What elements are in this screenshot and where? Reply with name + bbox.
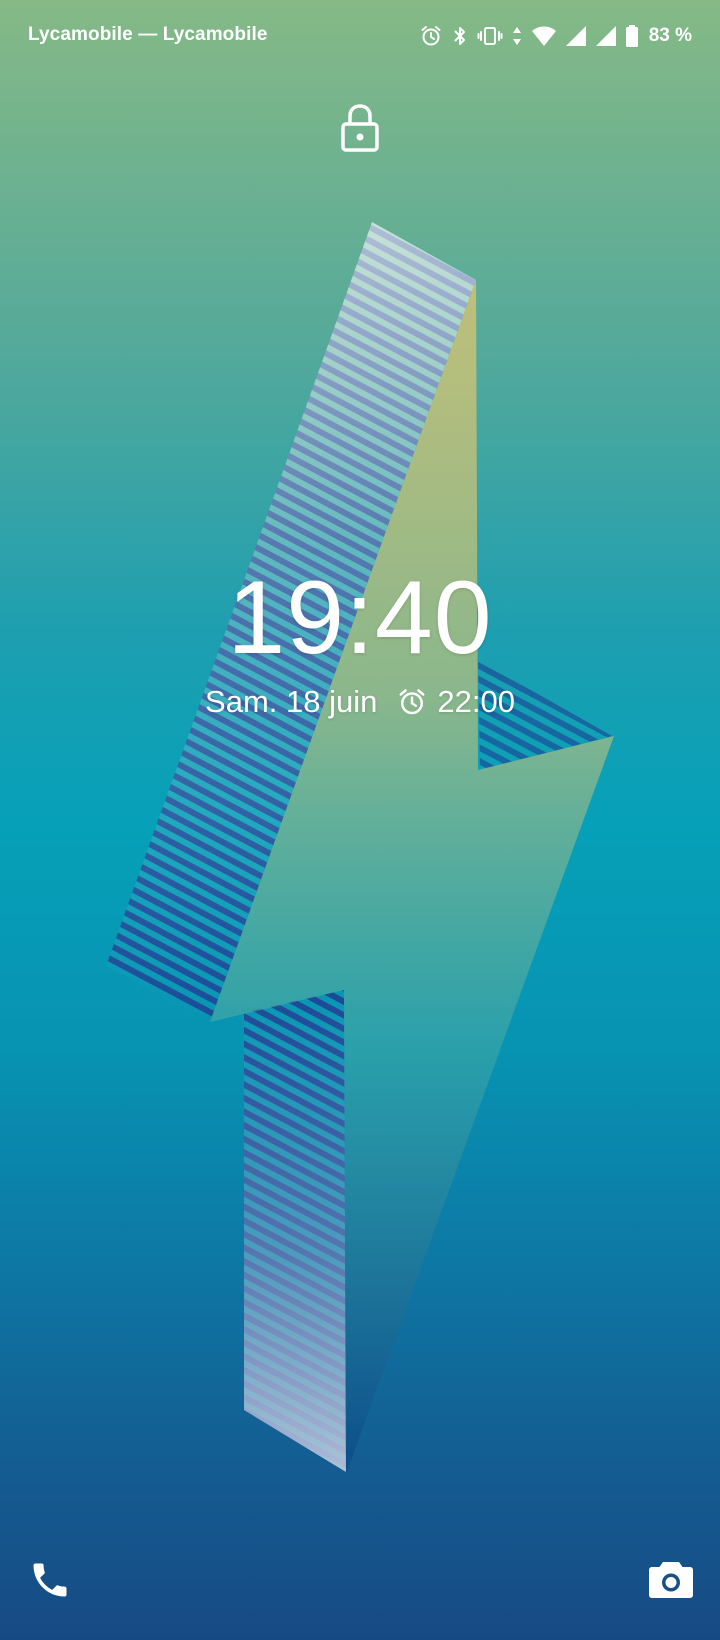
signal-icon <box>595 26 616 46</box>
alarm-icon <box>399 689 425 715</box>
next-alarm: 22:00 <box>397 684 515 720</box>
status-icons: 83 % <box>419 22 692 50</box>
alarm-time: 22:00 <box>437 684 515 719</box>
carrier-name: Lycamobile — Lycamobile <box>28 24 268 45</box>
signal-icon <box>565 26 586 46</box>
wifi-icon <box>531 26 556 46</box>
alarm-icon <box>421 26 441 46</box>
camera-icon[interactable] <box>648 1558 694 1600</box>
data-arrows-icon <box>512 27 521 45</box>
status-bar: Lycamobile — Lycamobile 83 % <box>0 0 720 72</box>
vibrate-icon <box>477 27 503 45</box>
lockscreen-clock: 19:40 <box>227 560 493 676</box>
lockscreen-date: Sam. 18 juin <box>205 684 378 719</box>
battery-icon <box>625 25 638 47</box>
bluetooth-icon <box>453 27 465 45</box>
wallpaper-lightning-bolt <box>106 222 614 1474</box>
phone-icon[interactable] <box>28 1558 72 1602</box>
date-alarm-row: Sam. 18 juin 22:00 <box>0 684 720 720</box>
lock-icon[interactable] <box>340 102 380 154</box>
battery-percent: 83 % <box>648 25 692 46</box>
